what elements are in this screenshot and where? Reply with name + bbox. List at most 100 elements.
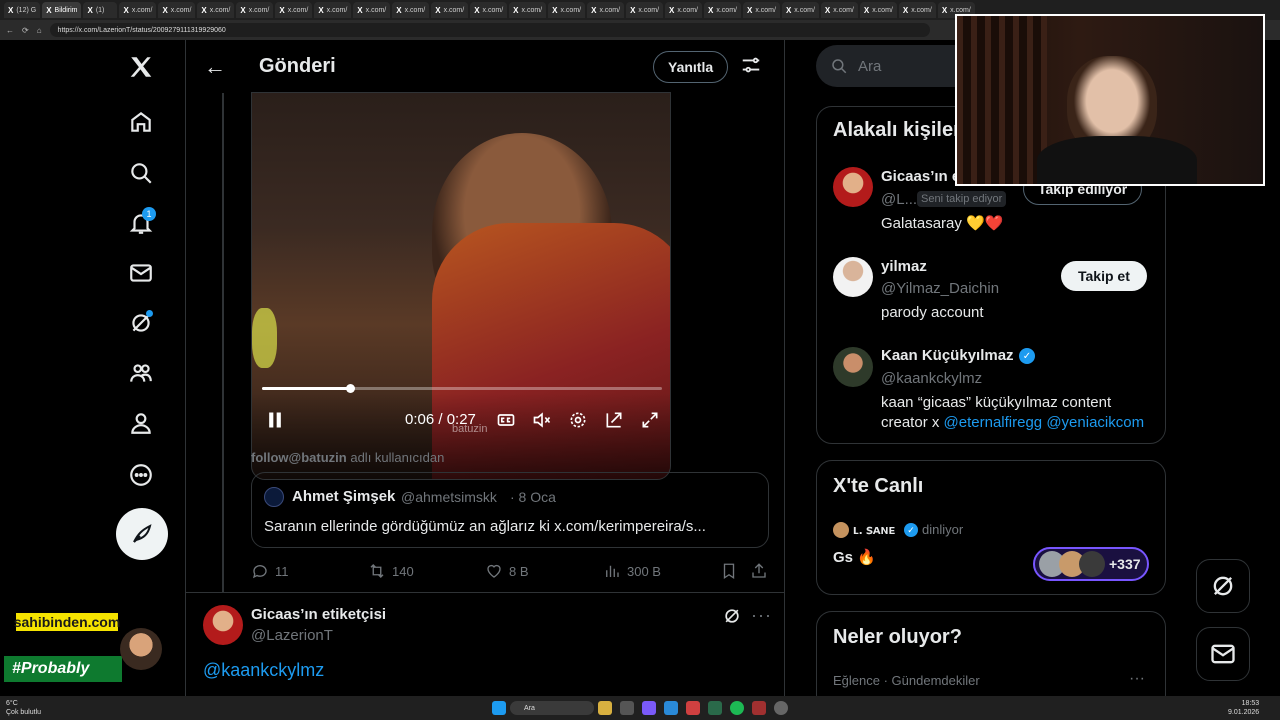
browser-tab[interactable]: Xx.com/ <box>859 2 897 18</box>
back-arrow-icon[interactable]: ← <box>204 54 226 80</box>
messages-floating-button[interactable] <box>1196 627 1250 681</box>
weather-widget[interactable]: 6°C Çok bulutlu <box>6 699 41 717</box>
browser-tab[interactable]: Xx.com/ <box>158 2 196 18</box>
video-progress-track[interactable] <box>262 387 662 390</box>
url-field[interactable]: https://x.com/LazerionT/status/200927911… <box>49 23 930 37</box>
home-icon[interactable]: ⌂ <box>37 26 42 35</box>
messages-mail-icon[interactable] <box>116 248 166 298</box>
browser-tab[interactable]: Xx.com/ <box>704 2 741 18</box>
reply-text-mention[interactable]: @kaankckylmz <box>203 660 324 681</box>
browser-tab[interactable]: Xx.com/ <box>820 2 858 18</box>
app-icon[interactable] <box>752 701 766 715</box>
bio-link[interactable]: @yeniacikcom <box>1046 414 1144 431</box>
browser-tab[interactable]: Xx.com/ <box>626 2 664 18</box>
communities-icon[interactable] <box>116 348 166 398</box>
browser-tab[interactable]: Xx.com/ <box>236 2 274 18</box>
bookmark-action[interactable] <box>720 562 738 580</box>
browser-tab[interactable]: Xx.com/ <box>898 2 936 18</box>
bio-link[interactable]: @eternalfiregg <box>944 414 1043 431</box>
browser-tab[interactable]: Xx.com/ <box>392 2 430 18</box>
file-explorer-icon[interactable] <box>598 701 612 715</box>
browser-tab[interactable]: Xx.com/ <box>197 2 235 18</box>
muted-speaker-icon[interactable] <box>531 409 553 431</box>
teams-icon[interactable] <box>642 701 656 715</box>
reply-author-handle[interactable]: @LazerionT <box>251 627 333 644</box>
x-favicon-icon: X <box>396 5 402 15</box>
reply-action[interactable]: 11 <box>251 562 289 580</box>
reply-author-name[interactable]: Gicaas’ın etiketçisi <box>251 606 386 623</box>
back-icon[interactable]: ← <box>6 26 14 35</box>
x-logo-icon[interactable] <box>116 42 166 92</box>
person-avatar[interactable] <box>833 257 873 297</box>
repost-action[interactable]: 140 <box>368 562 414 580</box>
post-more-icon[interactable]: ··· <box>751 605 772 626</box>
x-favicon-icon: X <box>552 5 558 15</box>
browser-tab[interactable]: Xx.com/ <box>665 2 703 18</box>
pause-icon[interactable] <box>264 409 286 431</box>
trend-more-icon[interactable]: ··· <box>1129 670 1145 688</box>
reply-button[interactable]: Yanıtla <box>653 51 729 83</box>
views-action[interactable]: 300 B <box>603 562 661 580</box>
task-view-icon[interactable] <box>620 701 634 715</box>
related-people-title: Alakalı kişiler <box>833 119 961 141</box>
person-avatar[interactable] <box>833 347 873 387</box>
person-name[interactable]: yilmaz <box>881 258 927 275</box>
person-avatar[interactable] <box>833 167 873 207</box>
refresh-icon[interactable]: ⟳ <box>22 26 29 35</box>
notifications-bell-icon[interactable]: 1 <box>116 198 166 248</box>
browser-tab[interactable]: Xx.com/ <box>587 2 625 18</box>
live-spaces-card[interactable]: X'te Canlı ʟ. ꜱᴀɴᴇ ✓ dinliyor Gs 🔥 +337 <box>816 460 1166 595</box>
profile-icon[interactable] <box>116 398 166 448</box>
taskbar-search[interactable]: Ara <box>510 701 594 715</box>
app-icon[interactable] <box>774 701 788 715</box>
spotify-icon[interactable] <box>730 701 744 715</box>
browser-tab[interactable]: Xx.com/ <box>353 2 391 18</box>
browser-tab-label: x.com/ <box>365 6 387 14</box>
browser-tab[interactable]: Xx.com/ <box>275 2 313 18</box>
edge-icon[interactable] <box>664 701 678 715</box>
browser-tab[interactable]: Xx.com/ <box>119 2 157 18</box>
browser-tab[interactable]: Xx.com/ <box>431 2 469 18</box>
browser-tab-label: x.com/ <box>950 6 971 14</box>
share-action[interactable] <box>750 562 768 580</box>
video-progress-knob[interactable] <box>346 384 355 393</box>
browser-tab[interactable]: Xx.com/ <box>742 2 780 18</box>
compose-post-button[interactable] <box>116 508 168 560</box>
browser-tab[interactable]: Xx.com/ <box>548 2 586 18</box>
captions-icon[interactable] <box>495 409 517 431</box>
windows-start-icon[interactable] <box>492 701 506 715</box>
fullscreen-icon[interactable] <box>639 409 661 431</box>
browser-tab[interactable]: Xx.com/ <box>314 2 352 18</box>
video-player[interactable]: 0:06 / 0:27 batuzin <box>251 92 671 480</box>
picture-in-picture-icon[interactable] <box>603 409 625 431</box>
quoted-post[interactable]: Ahmet Şimşek @ahmetsimskk · 8 Oca Saranı… <box>251 472 769 548</box>
settings-gear-icon[interactable] <box>567 409 589 431</box>
browser-tab[interactable]: X (1) <box>83 2 118 18</box>
browser-tab[interactable]: Xx.com/ <box>470 2 508 18</box>
app-icon[interactable] <box>686 701 700 715</box>
like-action[interactable]: 8 B <box>485 562 529 580</box>
credit-handle[interactable]: follow@batuzin <box>251 450 347 465</box>
browser-tab[interactable]: X Bildirim <box>42 2 82 18</box>
explore-search-icon[interactable] <box>116 148 166 198</box>
person-name[interactable]: Kaan Küçükyılmaz <box>881 347 1014 364</box>
grok-post-icon[interactable] <box>722 606 742 631</box>
browser-tab[interactable]: Xx.com/ <box>781 2 819 18</box>
browser-tab-label: x.com/ <box>638 6 660 14</box>
grok-icon[interactable] <box>116 298 166 348</box>
app-icon[interactable] <box>708 701 722 715</box>
person-name[interactable]: Gicaas’ın e <box>881 168 960 185</box>
grok-floating-button[interactable] <box>1196 559 1250 613</box>
trend-category: Eğlence · Gündemdekiler <box>833 673 980 688</box>
reply-author-avatar[interactable] <box>203 605 243 645</box>
home-nav-icon[interactable] <box>116 97 166 147</box>
follow-button[interactable]: Takip et <box>1061 261 1147 291</box>
clock[interactable]: 18:53 9.01.2026 <box>1228 699 1259 717</box>
sliders-icon[interactable] <box>740 54 762 81</box>
browser-tab[interactable]: Xx.com/ <box>509 2 547 18</box>
listeners-pill[interactable]: +337 <box>1033 547 1149 581</box>
browser-tab[interactable]: X (12) G <box>4 2 41 18</box>
more-options-icon[interactable] <box>116 450 166 500</box>
person-handle: @kaankckylmz <box>881 370 983 387</box>
x-favicon-icon: X <box>435 5 441 15</box>
